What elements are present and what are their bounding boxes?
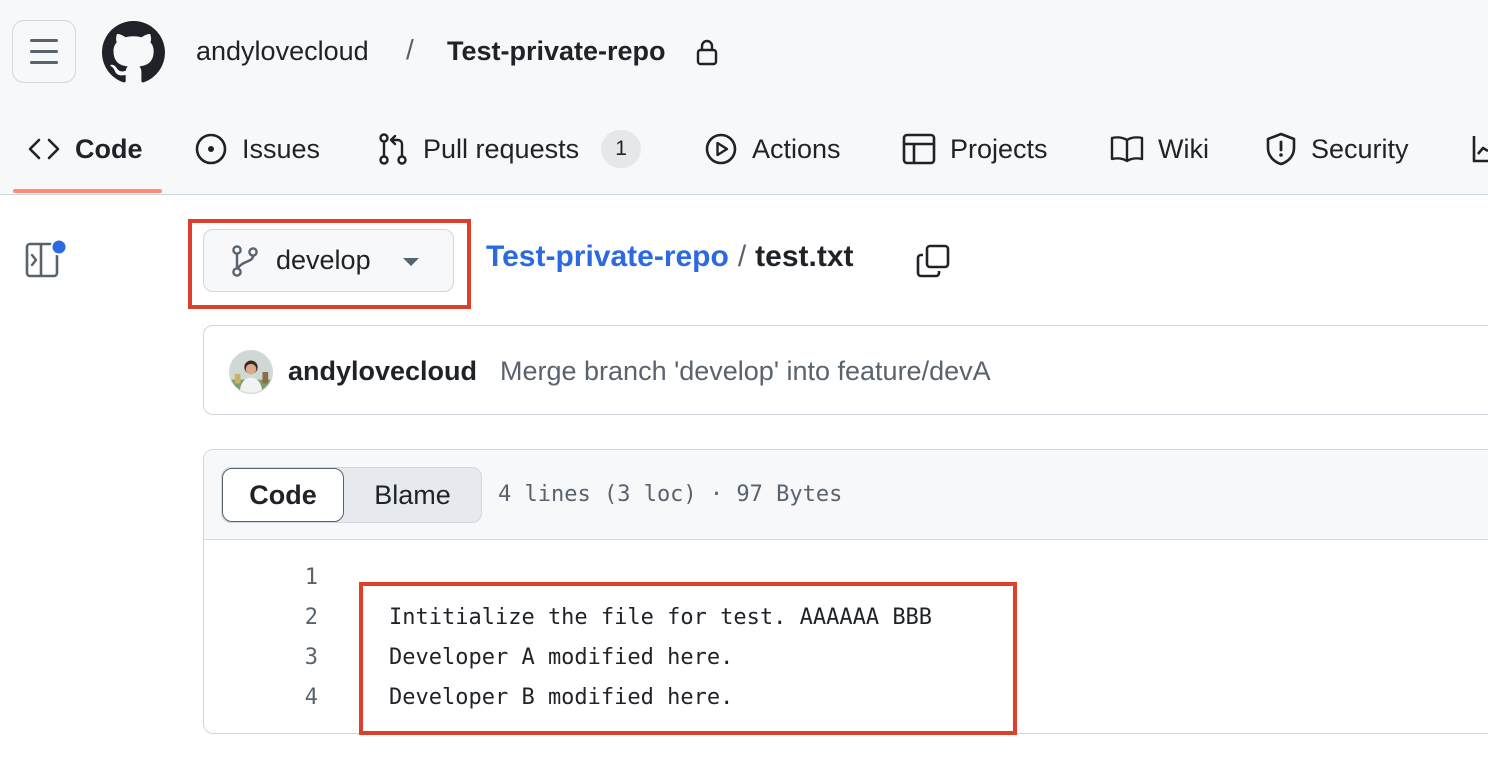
menu-icon-bar — [30, 39, 58, 42]
tab-security[interactable]: Security — [1265, 110, 1409, 188]
view-blame-button[interactable]: Blame — [344, 468, 481, 522]
tab-code-label: Code — [75, 133, 143, 164]
menu-button[interactable] — [12, 20, 76, 83]
copy-path-icon[interactable] — [915, 243, 951, 279]
table-icon — [902, 133, 936, 165]
pull-requests-count-badge: 1 — [601, 130, 642, 168]
git-pull-request-icon — [379, 133, 407, 165]
tab-projects[interactable]: Projects — [902, 110, 1048, 188]
annotation-highlight-box — [188, 219, 471, 309]
tab-insights-partial[interactable] — [1471, 110, 1488, 188]
view-mode-segmented-control: Code Blame — [221, 467, 482, 523]
repo-owner-link[interactable]: andylovecloud — [196, 36, 369, 67]
line-number[interactable]: 4 — [264, 685, 318, 710]
tab-issues[interactable]: Issues — [194, 110, 320, 188]
tab-wiki[interactable]: Wiki — [1110, 110, 1209, 188]
issue-opened-icon — [195, 133, 227, 165]
file-tree-toggle-icon[interactable] — [24, 238, 68, 280]
tab-pull-requests[interactable]: Pull requests 1 — [377, 110, 642, 188]
breadcrumb-separator: / — [737, 240, 747, 273]
repo-header: andylovecloud / Test-private-repo Code I… — [0, 0, 1488, 195]
menu-icon-bar — [30, 50, 58, 53]
repo-name-link[interactable]: Test-private-repo — [447, 36, 666, 67]
tab-actions-label: Actions — [752, 133, 841, 164]
line-number[interactable]: 1 — [264, 565, 318, 590]
code-icon — [28, 138, 60, 160]
breadcrumb-file-name: test.txt — [755, 240, 854, 273]
line-number[interactable]: 2 — [264, 605, 318, 630]
lock-icon — [696, 39, 718, 66]
github-logo-icon[interactable] — [102, 21, 165, 84]
tab-security-label: Security — [1311, 133, 1409, 164]
file-breadcrumb: Test-private-repo / test.txt — [486, 240, 854, 274]
latest-commit-box: andylovecloud Merge branch 'develop' int… — [203, 325, 1488, 415]
line-number[interactable]: 3 — [264, 645, 318, 670]
tab-issues-label: Issues — [242, 133, 321, 164]
active-tab-indicator — [13, 189, 162, 193]
tab-actions[interactable]: Actions — [704, 110, 841, 188]
shield-icon — [1266, 132, 1296, 166]
repo-nav-tabs: Code Issues Pull requests 1 Actions Proj… — [0, 110, 1488, 194]
tab-code[interactable]: Code — [27, 110, 143, 188]
graph-icon — [1472, 136, 1488, 163]
file-viewer-header: Code Blame 4 lines (3 loc) · 97 Bytes — [204, 450, 1488, 540]
view-code-button[interactable]: Code — [222, 468, 344, 522]
avatar[interactable] — [229, 350, 273, 394]
play-icon — [705, 133, 737, 165]
annotation-highlight-box — [359, 582, 1017, 735]
book-icon — [1110, 136, 1144, 163]
commit-author-link[interactable]: andylovecloud — [288, 356, 477, 387]
tab-projects-label: Projects — [950, 133, 1048, 164]
tab-pull-requests-label: Pull requests — [423, 133, 580, 164]
tab-wiki-label: Wiki — [1158, 133, 1209, 164]
commit-message-link[interactable]: Merge branch 'develop' into feature/devA — [500, 356, 991, 387]
breadcrumb-repo-link[interactable]: Test-private-repo — [486, 240, 729, 274]
menu-icon-bar — [30, 61, 58, 64]
path-separator: / — [406, 34, 414, 65]
file-meta-info: 4 lines (3 loc) · 97 Bytes — [498, 482, 843, 507]
